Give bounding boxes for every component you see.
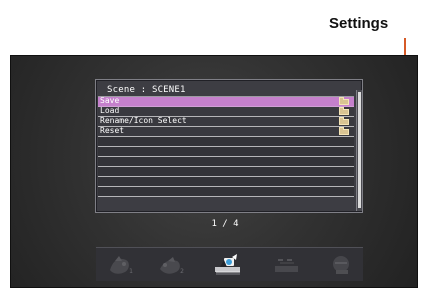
- scene-menu-item-label: Save: [100, 96, 120, 105]
- scene-5-icon[interactable]: [326, 252, 356, 277]
- folder-icon: [339, 97, 349, 105]
- scene-icon-strip: 1 2: [96, 247, 363, 281]
- empty-menu-row: [98, 187, 354, 197]
- scene-menu-panel: Scene : SCENE1 Save Load Rename/Icon Sel…: [95, 79, 363, 213]
- folder-icon: [339, 117, 349, 125]
- scene-4-icon: [275, 259, 298, 272]
- scene-menu-item-label: Rename/Icon Select: [100, 116, 187, 125]
- settings-callout-label: Settings: [329, 15, 389, 32]
- scene-tab-number: 2: [180, 268, 184, 275]
- page-indicator: 1 / 4: [211, 219, 239, 229]
- scene-2-icon[interactable]: 2: [156, 252, 186, 277]
- scene-menu-item-reset[interactable]: Reset: [98, 126, 354, 137]
- scene-title: Scene : SCENE1: [107, 85, 186, 95]
- empty-menu-row: [98, 137, 354, 147]
- folder-icon: [339, 107, 349, 115]
- scene-menu-item-save[interactable]: Save: [98, 96, 354, 107]
- empty-menu-row: [98, 147, 354, 157]
- scene-settings-icon[interactable]: [212, 252, 242, 277]
- scene-settings-icon: [215, 254, 240, 275]
- scene-5-icon: [333, 256, 349, 274]
- scene-menu-scroll-thumb[interactable]: [358, 92, 361, 208]
- scene-menu-item-label: Load: [100, 106, 120, 115]
- scene-menu-list: Save Load Rename/Icon Select Reset: [98, 96, 354, 207]
- scene-menu-scrollbar[interactable]: [356, 90, 362, 211]
- scene-4-icon[interactable]: [271, 252, 301, 277]
- scene-1-icon[interactable]: 1: [105, 252, 135, 277]
- folder-icon: [339, 127, 349, 135]
- empty-menu-row: [98, 177, 354, 187]
- scene-menu-item-rename-icon-select[interactable]: Rename/Icon Select: [98, 116, 354, 127]
- scene-menu-item-label: Reset: [100, 126, 125, 135]
- manual-screenshot: Settings Scene : SCENE1 Save Load Rename…: [0, 0, 428, 299]
- scene-menu-screen: Scene : SCENE1 Save Load Rename/Icon Sel…: [10, 55, 418, 288]
- empty-menu-row: [98, 167, 354, 177]
- scene-tab-number: 1: [129, 268, 133, 275]
- empty-menu-row: [98, 157, 354, 167]
